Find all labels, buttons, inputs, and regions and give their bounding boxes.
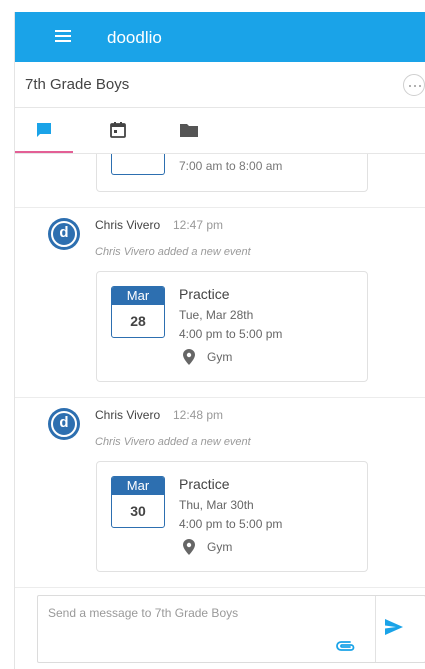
hamburger-menu-icon[interactable]	[55, 30, 71, 42]
event-date: Thu, Mar 30th	[179, 498, 254, 512]
event-card-partial[interactable]: 7:00 am to 8:00 am	[96, 154, 368, 192]
app-title: doodlio	[107, 28, 162, 47]
event-title: Practice	[179, 476, 230, 492]
app-bar: doodlio	[15, 12, 425, 62]
event-day: 28	[130, 313, 146, 329]
event-time: 4:00 pm to 5:00 pm	[179, 517, 283, 531]
message-feed[interactable]: 7:00 am to 8:00 am d Chris Vivero 12:47 …	[15, 154, 425, 587]
event-month: Mar	[112, 287, 164, 305]
event-date: Tue, Mar 28th	[179, 308, 254, 322]
post-note: Chris Vivero added a new event	[95, 436, 251, 448]
message-input[interactable]	[38, 596, 375, 662]
group-header: 7th Grade Boys	[15, 62, 425, 108]
tab-bar	[15, 109, 425, 154]
group-title: 7th Grade Boys	[25, 76, 130, 93]
paperclip-icon[interactable]	[336, 640, 356, 652]
chat-bubble-icon	[37, 123, 51, 137]
avatar[interactable]: d	[48, 218, 80, 250]
event-title: Practice	[179, 286, 230, 302]
event-time: 7:00 am to 8:00 am	[179, 159, 283, 173]
tab-messages[interactable]	[15, 109, 73, 153]
map-pin-icon	[183, 349, 195, 365]
send-separator	[375, 596, 376, 662]
event-location-label: Gym	[207, 540, 233, 554]
event-day: 30	[130, 503, 146, 519]
divider	[15, 587, 425, 588]
app-window: doodlio 7th Grade Boys 7:00 am to 8:00 a…	[14, 12, 425, 669]
event-card[interactable]: Mar 28 Practice Tue, Mar 28th 4:00 pm to…	[96, 271, 368, 382]
event-date-badge: Mar 28	[111, 286, 165, 338]
event-location-label: Gym	[207, 350, 233, 364]
tab-calendar[interactable]	[89, 109, 147, 153]
calendar-icon	[110, 122, 126, 138]
event-date-badge	[111, 154, 165, 175]
event-month: Mar	[112, 477, 164, 495]
post-author[interactable]: Chris Vivero	[95, 408, 160, 422]
post-time: 12:48 pm	[173, 408, 224, 422]
post-note: Chris Vivero added a new event	[95, 246, 251, 258]
event-date-badge: Mar 30	[111, 476, 165, 528]
post-author[interactable]: Chris Vivero	[95, 218, 160, 232]
divider	[15, 207, 425, 208]
folder-icon	[180, 124, 198, 137]
map-pin-icon	[183, 539, 195, 555]
event-time: 4:00 pm to 5:00 pm	[179, 327, 283, 341]
post-time: 12:47 pm	[173, 218, 224, 232]
avatar[interactable]: d	[48, 408, 80, 440]
tab-files[interactable]	[159, 109, 217, 153]
event-card[interactable]: Mar 30 Practice Thu, Mar 30th 4:00 pm to…	[96, 461, 368, 572]
more-options-icon[interactable]	[403, 74, 425, 96]
send-arrow-icon[interactable]	[384, 618, 404, 636]
message-composer	[37, 595, 425, 663]
divider	[15, 397, 425, 398]
